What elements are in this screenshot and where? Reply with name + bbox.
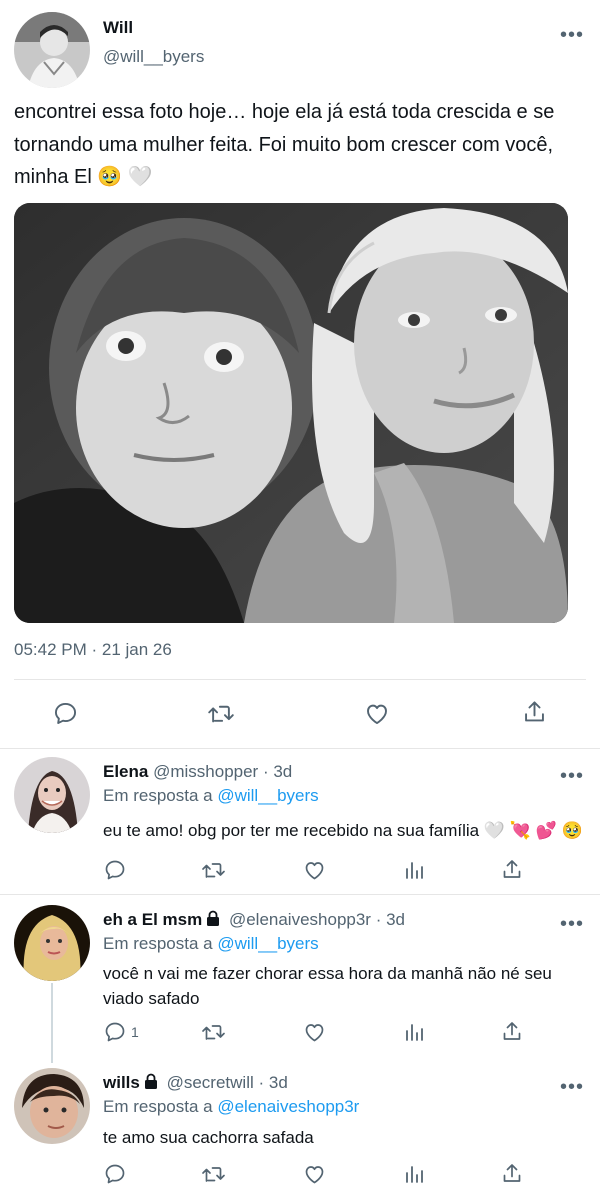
in-reply-prefix: Em resposta a xyxy=(103,934,218,953)
divider xyxy=(14,679,586,680)
author-handle[interactable]: @will__byers xyxy=(103,47,204,67)
views-button[interactable] xyxy=(402,858,426,882)
more-icon[interactable]: ••• xyxy=(560,1077,584,1097)
like-button[interactable] xyxy=(302,1020,327,1044)
share-icon xyxy=(503,1022,521,1040)
share-icon xyxy=(503,1164,521,1182)
reply-time[interactable]: 3d xyxy=(269,1073,288,1092)
share-button[interactable] xyxy=(500,857,524,882)
views-button[interactable] xyxy=(402,1020,426,1044)
separator: · xyxy=(253,1073,269,1092)
views-icon xyxy=(406,1166,423,1183)
in-reply-to: Em resposta a @will__byers xyxy=(103,786,319,806)
heart-icon xyxy=(305,1024,324,1042)
reply-icon xyxy=(54,702,77,725)
reply-text: te amo sua cachorra safada xyxy=(103,1128,314,1147)
reply-tweet: wills @secretwill · 3d ••• Em resposta a… xyxy=(0,1062,600,1200)
reply-author-name[interactable]: Elena xyxy=(103,762,148,781)
lock-icon xyxy=(144,1073,157,1089)
reply-icon xyxy=(105,1022,125,1042)
retweet-button[interactable] xyxy=(200,1020,227,1044)
reply-tweet: eh a El msm @elenaiveshopp3r · 3d ••• Em… xyxy=(0,895,600,1063)
share-icon xyxy=(503,860,521,878)
reply-author-handle[interactable]: @elenaiveshopp3r xyxy=(229,910,371,929)
tweet-timestamp[interactable]: 05:42 PM · 21 jan 26 xyxy=(14,640,172,660)
retweet-button[interactable] xyxy=(200,858,227,882)
in-reply-to: Em resposta a @elenaiveshopp3r xyxy=(103,1097,359,1117)
like-button[interactable] xyxy=(302,1162,327,1186)
reply-icon xyxy=(105,1164,125,1184)
in-reply-mention[interactable]: @will__byers xyxy=(217,786,318,805)
share-icon xyxy=(525,701,544,722)
lock-icon xyxy=(207,910,220,926)
reply-tweet: Elena @misshopper · 3d ••• Em resposta a… xyxy=(0,749,600,894)
author-avatar[interactable] xyxy=(14,12,90,88)
heart-icon xyxy=(305,862,324,880)
main-tweet: Will @will__byers ••• encontrei essa fot… xyxy=(0,0,600,748)
reply-avatar[interactable] xyxy=(14,905,90,981)
retweet-icon xyxy=(202,863,225,878)
views-button[interactable] xyxy=(402,1162,426,1186)
share-button[interactable] xyxy=(500,1019,524,1044)
in-reply-mention[interactable]: @will__byers xyxy=(217,934,318,953)
reply-text: você n vai me fazer chorar essa hora da … xyxy=(103,964,552,1008)
reply-author-handle[interactable]: @secretwill xyxy=(167,1073,254,1092)
separator: · xyxy=(258,762,274,781)
retweet-button[interactable] xyxy=(200,1162,227,1186)
thread-line xyxy=(51,983,53,1063)
in-reply-to: Em resposta a @will__byers xyxy=(103,934,319,954)
more-icon[interactable]: ••• xyxy=(560,766,584,786)
like-button[interactable] xyxy=(363,700,391,727)
reply-author-name[interactable]: eh a El msm xyxy=(103,910,202,929)
views-icon xyxy=(406,862,423,879)
share-button[interactable] xyxy=(500,1161,524,1186)
reply-button[interactable] xyxy=(103,858,131,882)
retweet-button[interactable] xyxy=(206,700,236,727)
more-icon[interactable]: ••• xyxy=(560,914,584,934)
reply-header: Elena @misshopper · 3d xyxy=(103,762,292,782)
reply-header: eh a El msm @elenaiveshopp3r · 3d xyxy=(103,910,405,930)
reply-button[interactable]: 1 xyxy=(103,1020,139,1044)
heart-icon xyxy=(305,1166,324,1184)
reply-avatar[interactable] xyxy=(14,1068,90,1144)
in-reply-prefix: Em resposta a xyxy=(103,786,218,805)
reply-button[interactable] xyxy=(52,700,79,727)
views-icon xyxy=(406,1024,423,1041)
retweet-icon xyxy=(202,1025,225,1040)
separator: · xyxy=(370,910,387,929)
in-reply-prefix: Em resposta a xyxy=(103,1097,218,1116)
reply-avatar[interactable] xyxy=(14,757,90,833)
tweet-text: encontrei essa foto hoje… hoje ela já es… xyxy=(14,101,555,188)
retweet-icon xyxy=(202,1167,225,1182)
share-button[interactable] xyxy=(521,698,548,726)
heart-icon xyxy=(367,704,387,725)
reply-text: eu te amo! obg por ter me recebido na su… xyxy=(103,821,583,840)
retweet-icon xyxy=(208,705,234,723)
reply-header: wills @secretwill · 3d xyxy=(103,1073,288,1093)
tweet-photo[interactable] xyxy=(14,203,568,623)
author-name[interactable]: Will xyxy=(103,18,133,38)
reply-author-handle[interactable]: @misshopper xyxy=(153,762,258,781)
reply-count: 1 xyxy=(131,1024,139,1040)
reply-button[interactable] xyxy=(103,1162,131,1186)
reply-time[interactable]: 3d xyxy=(273,762,292,781)
like-button[interactable] xyxy=(302,858,327,882)
more-icon[interactable]: ••• xyxy=(560,25,584,45)
reply-time[interactable]: 3d xyxy=(386,910,405,929)
reply-author-name[interactable]: wills xyxy=(103,1073,140,1092)
in-reply-mention[interactable]: @elenaiveshopp3r xyxy=(217,1097,359,1116)
reply-icon xyxy=(105,860,125,880)
